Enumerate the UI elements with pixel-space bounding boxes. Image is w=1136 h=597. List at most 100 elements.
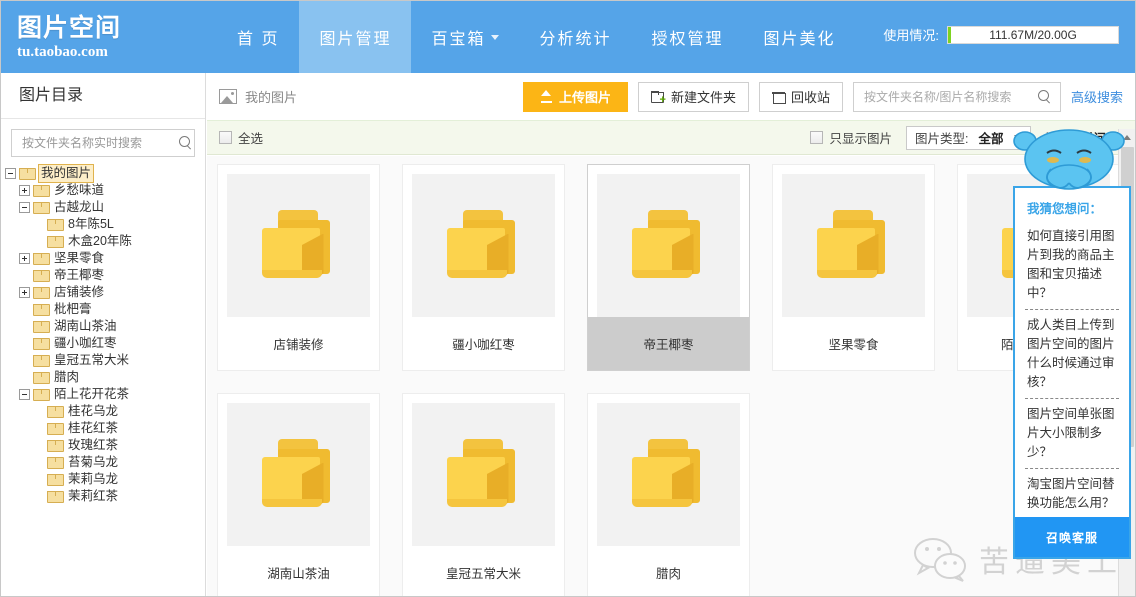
folder-icon (256, 210, 342, 282)
faq-question[interactable]: 成人类目上传到图片空间的图片什么时候通过审核？ (1015, 312, 1129, 396)
nav-item-3[interactable]: 分析统计 (519, 1, 631, 73)
tree-node-label: 茉莉乌龙 (66, 471, 120, 488)
tree-node[interactable]: 玫瑰红茶 (5, 437, 205, 454)
tree-spacer-icon (33, 236, 44, 247)
tree-node[interactable]: 桂花红茶 (5, 420, 205, 437)
checkbox-icon (810, 131, 823, 144)
toolbar-actions: 上传图片 + 新建文件夹 回收站 高级搜索 (523, 82, 1123, 112)
nav-item-0[interactable]: 首 页 (217, 1, 299, 73)
folder-card[interactable]: 坚果零食 (772, 164, 935, 371)
collapse-icon[interactable] (5, 168, 16, 179)
folder-icon (33, 355, 48, 367)
nav-item-1[interactable]: 图片管理 (299, 1, 411, 73)
select-all-checkbox[interactable]: 全选 (219, 128, 263, 147)
app-header: 图片空间 tu.taobao.com 首 页 图片管理百宝箱分析统计 授权管理图片美… (1, 1, 1135, 73)
tree-node[interactable]: 我的图片 (5, 165, 205, 182)
folder-tree: 我的图片乡愁味道古越龙山8年陈5L木盒20年陈坚果零食帝王椰枣店铺装修枇杷膏湖南… (1, 163, 205, 505)
upload-icon (540, 90, 553, 103)
faq-question[interactable]: 图片空间单张图片大小限制多少？ (1015, 401, 1129, 466)
only-images-checkbox[interactable]: 只显示图片 (810, 128, 892, 147)
tree-node-label: 皇冠五常大米 (52, 352, 131, 369)
new-folder-icon: + (651, 91, 665, 103)
tree-node[interactable]: 茉莉乌龙 (5, 471, 205, 488)
tree-node[interactable]: 茉莉红茶 (5, 488, 205, 505)
search-icon[interactable] (1038, 90, 1052, 104)
tree-node[interactable]: 皇冠五常大米 (5, 352, 205, 369)
folder-icon (626, 439, 712, 511)
tree-spacer-icon (33, 440, 44, 451)
recycle-bin-button[interactable]: 回收站 (759, 82, 843, 112)
folder-card[interactable]: 湖南山茶油 (217, 393, 380, 596)
faq-divider (1025, 309, 1119, 310)
tree-node-label: 8年陈5L (66, 216, 116, 233)
tree-node[interactable]: 疆小咖红枣 (5, 335, 205, 352)
faq-question[interactable]: 淘宝图片空间替换功能怎么用？ (1015, 471, 1129, 517)
tree-spacer-icon (33, 406, 44, 417)
nav-item-label: 图片管理 (319, 25, 391, 49)
folder-thumbnail (412, 174, 555, 317)
tree-node[interactable]: 坚果零食 (5, 250, 205, 267)
nav-item-label: 授权管理 (652, 25, 724, 49)
nav-item-4[interactable]: 授权管理 (632, 1, 744, 73)
tree-node[interactable]: 桂花乌龙 (5, 403, 205, 420)
tree-node[interactable]: 8年陈5L (5, 216, 205, 233)
contact-support-button[interactable]: 召唤客服 (1015, 517, 1129, 557)
tree-node-label: 茉莉红茶 (66, 488, 120, 505)
tree-node[interactable]: 腊肉 (5, 369, 205, 386)
tree-node[interactable]: 陌上花开花茶 (5, 386, 205, 403)
folder-card-label: 店铺装修 (218, 317, 379, 370)
tree-spacer-icon (19, 338, 30, 349)
folder-card[interactable]: 疆小咖红枣 (402, 164, 565, 371)
folder-card[interactable]: 帝王椰枣 (587, 164, 750, 371)
tree-node-label: 古越龙山 (52, 199, 106, 216)
tree-node-label: 桂花红茶 (66, 420, 120, 437)
recycle-bin-label: 回收站 (791, 87, 830, 106)
tree-node[interactable]: 湖南山茶油 (5, 318, 205, 335)
folder-icon (33, 253, 48, 265)
folder-card[interactable]: 店铺装修 (217, 164, 380, 371)
folder-search-input[interactable] (20, 135, 179, 151)
upload-label: 上传图片 (559, 87, 611, 106)
folder-icon (33, 202, 48, 214)
folder-search-box[interactable] (11, 129, 195, 157)
nav-item-label: 分析统计 (539, 25, 611, 49)
new-folder-button[interactable]: + 新建文件夹 (638, 82, 749, 112)
nav-item-label: 首 页 (237, 25, 279, 49)
filter-bar: 全选 只显示图片 图片类型: 全部 排序: 时间 (207, 121, 1135, 155)
collapse-icon[interactable] (19, 202, 30, 213)
tree-spacer-icon (19, 304, 30, 315)
sidebar-search-wrap (1, 119, 205, 163)
content-search-box[interactable] (853, 82, 1061, 112)
advanced-search-link[interactable]: 高级搜索 (1071, 87, 1123, 106)
folder-icon (47, 236, 62, 248)
faq-question[interactable]: 如何直接引用图片到我的商品主图和宝贝描述中？ (1015, 223, 1129, 307)
nav-item-5[interactable]: 图片美化 (744, 1, 856, 73)
tree-node[interactable]: 古越龙山 (5, 199, 205, 216)
tree-node[interactable]: 帝王椰枣 (5, 267, 205, 284)
upload-button[interactable]: 上传图片 (523, 82, 628, 112)
content-search-input[interactable] (862, 89, 1038, 105)
folder-card-label: 湖南山茶油 (218, 546, 379, 596)
brand-logo[interactable]: 图片空间 tu.taobao.com (1, 1, 209, 73)
breadcrumb[interactable]: 我的图片 (219, 87, 297, 106)
tree-spacer-icon (19, 321, 30, 332)
expand-icon[interactable] (19, 185, 30, 196)
tree-node[interactable]: 苔菊乌龙 (5, 454, 205, 471)
tree-node[interactable]: 木盒20年陈 (5, 233, 205, 250)
expand-icon[interactable] (19, 253, 30, 264)
nav-item-2[interactable]: 百宝箱 (411, 1, 519, 73)
folder-icon (47, 491, 62, 503)
tree-spacer-icon (19, 270, 30, 281)
expand-icon[interactable] (19, 287, 30, 298)
tree-node[interactable]: 店铺装修 (5, 284, 205, 301)
folder-card[interactable]: 腊肉 (587, 393, 750, 596)
folder-card[interactable]: 皇冠五常大米 (402, 393, 565, 596)
folder-thumbnail (227, 403, 370, 546)
content-toolbar: 我的图片 上传图片 + 新建文件夹 回收站 (207, 73, 1135, 121)
tree-node[interactable]: 乡愁味道 (5, 182, 205, 199)
tree-spacer-icon (19, 372, 30, 383)
search-icon[interactable] (179, 136, 193, 150)
select-all-label: 全选 (238, 128, 263, 147)
collapse-icon[interactable] (19, 389, 30, 400)
tree-node[interactable]: 枇杷膏 (5, 301, 205, 318)
